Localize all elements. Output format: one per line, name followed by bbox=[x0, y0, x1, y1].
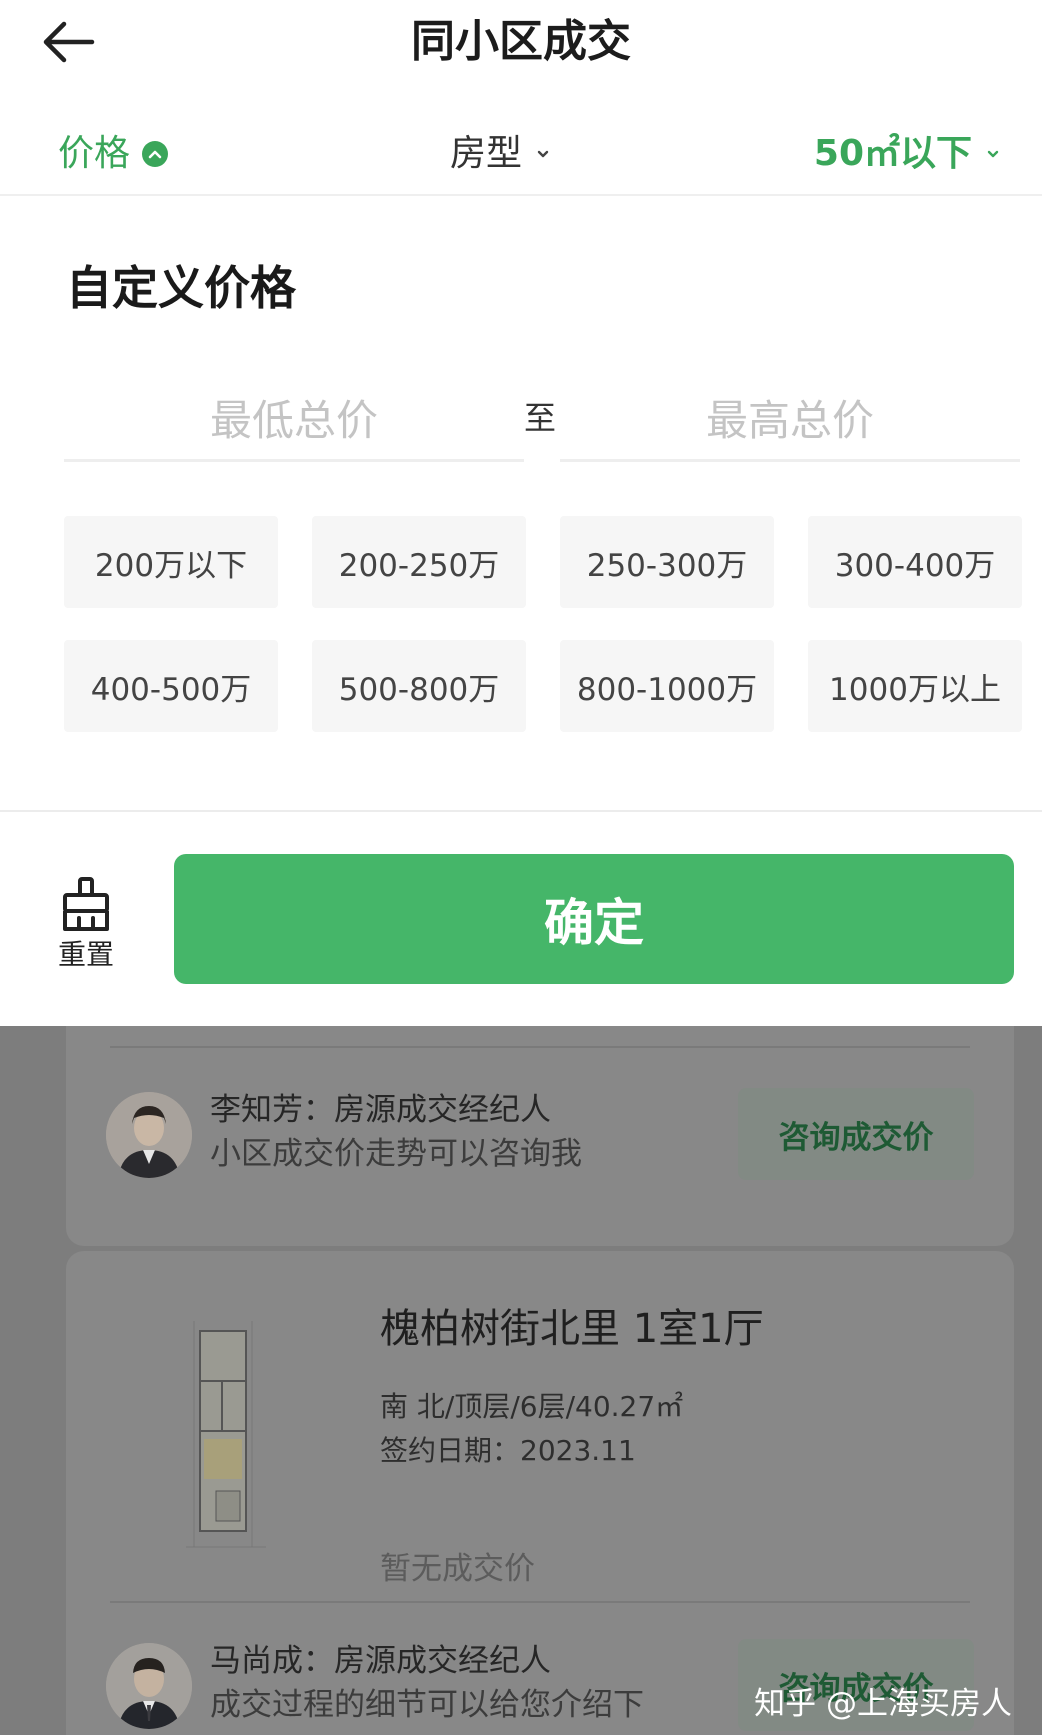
reset-button[interactable]: 重置 bbox=[46, 876, 126, 976]
price-option-chip[interactable]: 1000万以上 bbox=[808, 640, 1022, 732]
price-option-chip[interactable]: 300-400万 bbox=[808, 516, 1022, 608]
divider bbox=[110, 1046, 970, 1048]
avatar bbox=[106, 1092, 192, 1178]
avatar bbox=[106, 1643, 192, 1729]
background-list-overlay[interactable]: 李知芳：房源成交经纪人 小区成交价走势可以咨询我 咨询成交价 槐柏树街北里 1室… bbox=[0, 1026, 1042, 1735]
custom-price-title: 自定义价格 bbox=[66, 261, 296, 315]
filter-type-tab[interactable]: 房型 bbox=[450, 130, 552, 178]
listing-price: 暂无成交价 bbox=[380, 1551, 535, 1587]
agent-desc: 小区成交价走势可以咨询我 bbox=[210, 1136, 582, 1172]
floorplan-image bbox=[186, 1321, 266, 1551]
price-option-chip[interactable]: 400-500万 bbox=[64, 640, 278, 732]
chevron-down-icon bbox=[534, 145, 552, 163]
filter-bar: 价格 房型 50㎡以下 bbox=[0, 112, 1042, 196]
listing-card[interactable]: 槐柏树街北里 1室1厅 南 北/顶层/6层/40.27㎡ 签约日期：2023.1… bbox=[66, 1251, 1014, 1735]
listing-meta: 南 北/顶层/6层/40.27㎡ bbox=[380, 1390, 684, 1423]
agent-name: 李知芳：房源成交经纪人 bbox=[210, 1092, 551, 1128]
watermark: 知乎 @上海买房人 bbox=[754, 1686, 1012, 1722]
price-option-chip[interactable]: 500-800万 bbox=[312, 640, 526, 732]
filter-area-label: 50㎡以下 bbox=[813, 133, 972, 174]
min-price-input[interactable] bbox=[64, 382, 524, 462]
price-options: 200万以下 200-250万 250-300万 300-400万 400-50… bbox=[64, 516, 1022, 732]
top-header: 同小区成交 bbox=[0, 0, 1042, 90]
action-bar: 重置 确定 bbox=[0, 810, 1042, 1026]
agent-card: 李知芳：房源成交经纪人 小区成交价走势可以咨询我 咨询成交价 bbox=[66, 1026, 1014, 1246]
range-separator: 至 bbox=[523, 399, 556, 437]
listing-title: 槐柏树街北里 1室1厅 bbox=[380, 1306, 764, 1352]
confirm-button[interactable]: 确定 bbox=[174, 854, 1014, 984]
max-price-input[interactable] bbox=[560, 382, 1020, 462]
reset-label: 重置 bbox=[57, 938, 114, 971]
consult-price-button[interactable]: 咨询成交价 bbox=[738, 1088, 974, 1180]
listing-date: 签约日期：2023.11 bbox=[380, 1434, 636, 1467]
price-option-chip[interactable]: 250-300万 bbox=[560, 516, 774, 608]
price-option-chip[interactable]: 200万以下 bbox=[64, 516, 278, 608]
agent-row: 李知芳：房源成交经纪人 小区成交价走势可以咨询我 咨询成交价 bbox=[106, 1088, 986, 1188]
price-option-chip[interactable]: 200-250万 bbox=[312, 516, 526, 608]
page-title: 同小区成交 bbox=[411, 16, 631, 67]
divider bbox=[110, 1601, 970, 1603]
price-option-chip[interactable]: 800-1000万 bbox=[560, 640, 774, 732]
chevron-up-icon bbox=[142, 141, 169, 167]
agent-name: 马尚成：房源成交经纪人 bbox=[210, 1643, 551, 1679]
broom-icon bbox=[63, 877, 109, 931]
filter-area-tab[interactable]: 50㎡以下 bbox=[814, 130, 1002, 178]
filter-price-tab[interactable]: 价格 bbox=[58, 130, 169, 178]
price-filter-panel: 自定义价格 至 200万以下 200-250万 250-300万 300-400… bbox=[0, 198, 1042, 810]
filter-type-label: 房型 bbox=[450, 133, 523, 174]
agent-desc: 成交过程的细节可以给您介绍下 bbox=[210, 1687, 644, 1723]
chevron-down-icon bbox=[984, 145, 1002, 163]
filter-price-label: 价格 bbox=[58, 133, 131, 174]
